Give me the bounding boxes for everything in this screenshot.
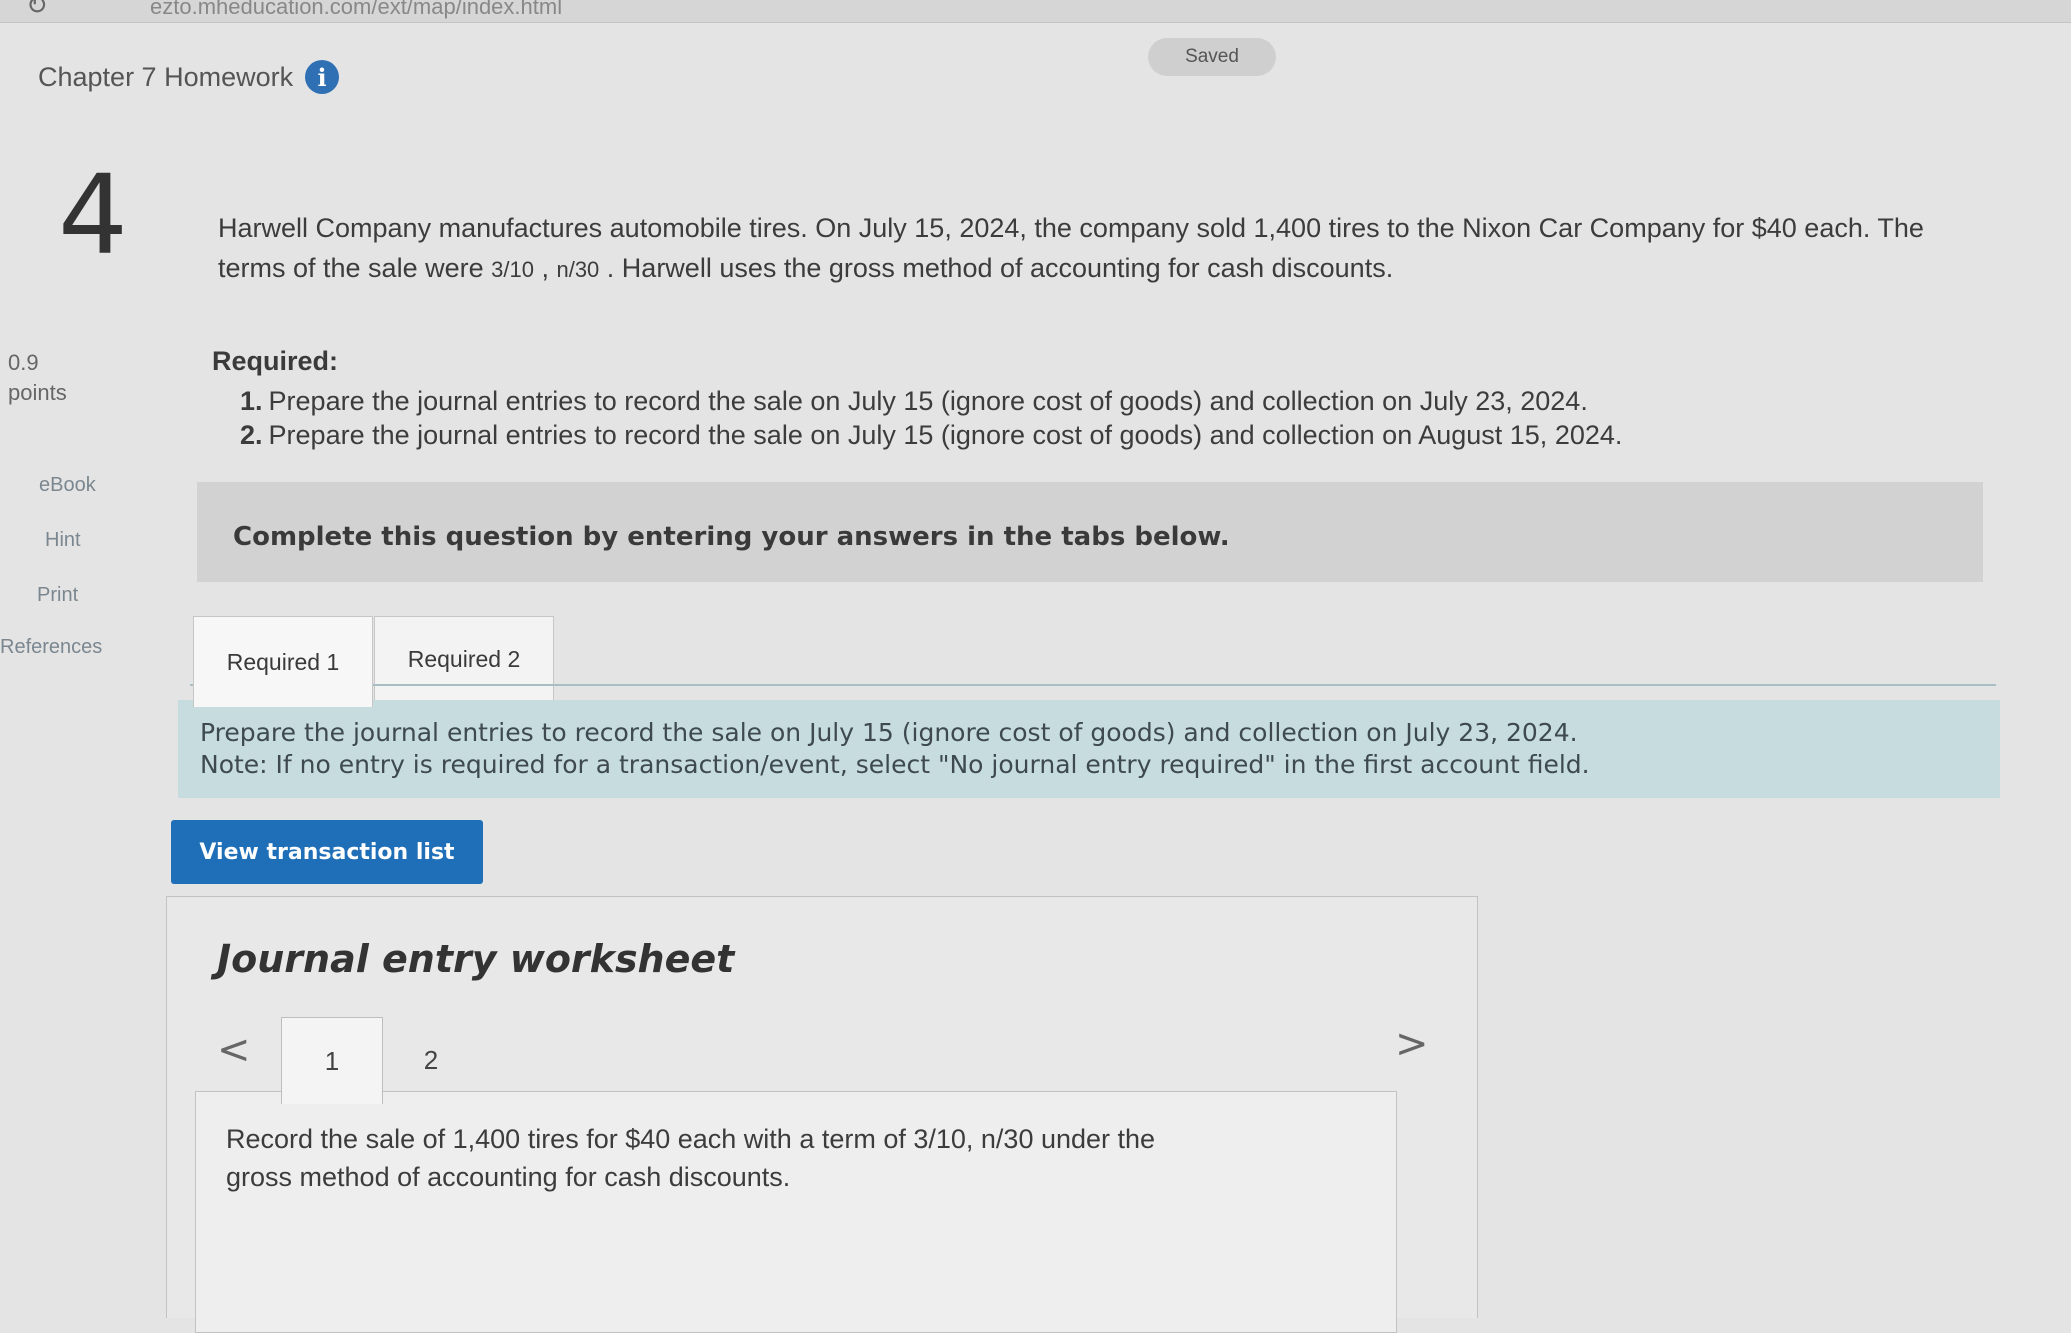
question-number: 4 <box>58 151 128 279</box>
instructions-panel: Prepare the journal entries to record th… <box>178 700 2000 798</box>
reload-icon[interactable]: ↻ <box>26 0 48 21</box>
requirement-text: Prepare the journal entries to record th… <box>268 386 1588 416</box>
requirement-item: 2. Prepare the journal entries to record … <box>240 418 1840 452</box>
saved-badge: Saved <box>1148 38 1276 76</box>
print-link[interactable]: Print <box>37 584 78 607</box>
hint-link[interactable]: Hint <box>45 529 81 552</box>
worksheet-title: Journal entry worksheet <box>217 937 735 981</box>
browser-bar: ↻ ezto.mheducation.com/ext/map/index.htm… <box>0 0 2071 23</box>
term-discount: 3/10 <box>491 257 534 282</box>
assignment-title-text: Chapter 7 Homework <box>38 61 294 92</box>
points-info: 0.9 points <box>8 348 67 408</box>
requirement-text: Prepare the journal entries to record th… <box>268 420 1623 450</box>
view-transaction-list-button[interactable]: View transaction list <box>171 820 483 884</box>
url-text[interactable]: ezto.mheducation.com/ext/map/index.html <box>150 0 562 20</box>
required-heading: Required: <box>212 346 339 376</box>
requirements-list: 1. Prepare the journal entries to record … <box>240 384 1840 452</box>
requirement-number: 1. <box>240 386 263 416</box>
chevron-left-icon[interactable]: < <box>217 1027 251 1073</box>
entry-description-box: Record the sale of 1,400 tires for $40 e… <box>195 1091 1397 1333</box>
entry-tab-1[interactable]: 1 <box>281 1017 383 1104</box>
journal-entry-worksheet: Journal entry worksheet < 1 2 > Record t… <box>166 896 1478 1333</box>
tab-divider <box>190 684 1996 686</box>
tab-required-2[interactable]: Required 2 <box>374 616 554 701</box>
chevron-right-icon[interactable]: > <box>1395 1021 1429 1067</box>
ebook-link[interactable]: eBook <box>39 474 96 497</box>
points-value: 0.9 <box>8 350 39 375</box>
assignment-title: Chapter 7 Homework i <box>38 60 340 94</box>
points-label: points <box>8 380 67 405</box>
term-separator: , <box>533 253 557 283</box>
complete-banner-text: Complete this question by entering your … <box>233 522 1230 552</box>
info-icon[interactable]: i <box>305 60 340 94</box>
term-net: n/30 <box>556 257 600 282</box>
instructions-note: Note: If no entry is required for a tran… <box>200 750 1590 779</box>
references-link[interactable]: References <box>0 636 102 659</box>
complete-question-banner: Complete this question by entering your … <box>197 482 1983 582</box>
problem-text-part2: . Harwell uses the gross method of accou… <box>599 253 1394 283</box>
problem-statement: Harwell Company manufactures automobile … <box>218 208 1958 290</box>
entry-description: Record the sale of 1,400 tires for $40 e… <box>226 1124 1156 1192</box>
instructions-line-1: Prepare the journal entries to record th… <box>200 718 1578 747</box>
requirement-item: 1. Prepare the journal entries to record … <box>240 384 1840 418</box>
requirement-number: 2. <box>240 420 263 450</box>
tab-required-1[interactable]: Required 1 <box>193 616 373 707</box>
